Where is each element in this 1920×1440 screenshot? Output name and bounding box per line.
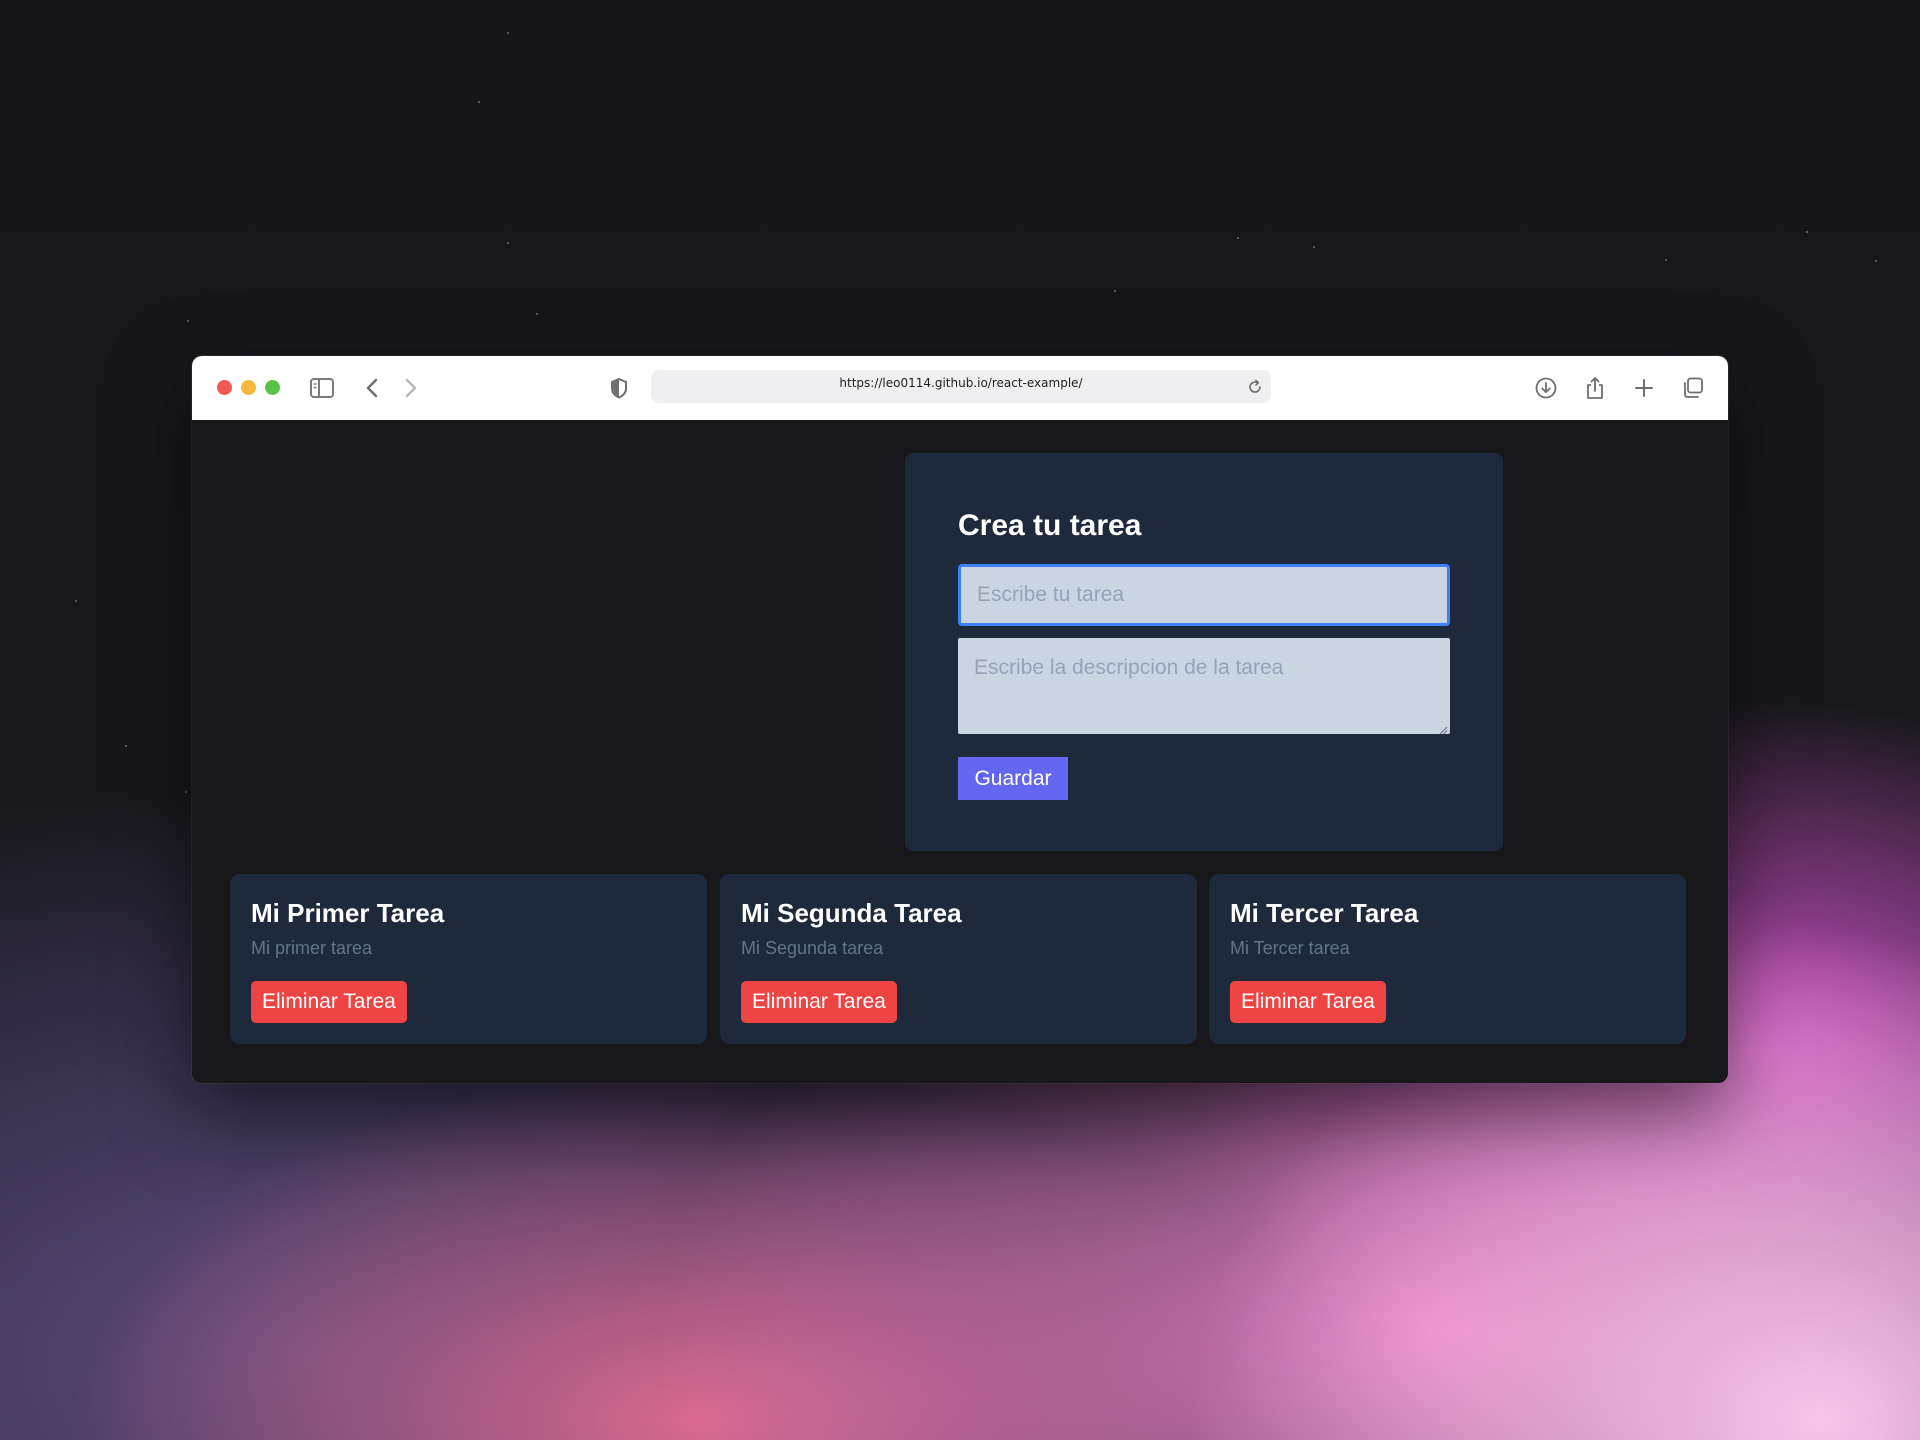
task-card: Mi Segunda Tarea Mi Segunda tarea Elimin… (720, 874, 1197, 1044)
task-form-card: Crea tu tarea Guardar (905, 453, 1503, 851)
textarea-resize-handle[interactable] (1438, 722, 1448, 735)
sidebar-icon[interactable] (306, 372, 338, 404)
task-card: Mi Tercer Tarea Mi Tercer tarea Eliminar… (1209, 874, 1686, 1044)
address-bar[interactable]: https://leo0114.github.io/react-example/ (651, 370, 1271, 403)
task-description: Mi Tercer tarea (1230, 938, 1350, 958)
task-description: Mi Segunda tarea (741, 938, 884, 958)
minimize-icon[interactable] (241, 380, 256, 395)
page-content: Crea tu tarea Guardar Mi Primer Tarea Mi… (192, 420, 1728, 1083)
download-icon[interactable] (1530, 372, 1562, 404)
task-title: Mi Segunda Tarea (741, 898, 962, 928)
shield-icon[interactable] (603, 372, 635, 404)
close-icon[interactable] (217, 380, 232, 395)
browser-window: https://leo0114.github.io/react-example/… (192, 356, 1728, 1083)
browser-toolbar: https://leo0114.github.io/react-example/ (192, 356, 1728, 421)
tabs-overview-icon[interactable] (1677, 372, 1709, 404)
delete-task-button[interactable]: Eliminar Tarea (741, 981, 897, 1023)
plus-icon[interactable] (1628, 372, 1660, 404)
reload-icon[interactable] (1245, 377, 1265, 397)
task-description-input[interactable] (958, 638, 1450, 734)
form-title: Crea tu tarea (958, 509, 1142, 542)
task-title: Mi Primer Tarea (251, 898, 445, 928)
address-url[interactable]: https://leo0114.github.io/react-example/ (651, 376, 1271, 390)
task-card: Mi Primer Tarea Mi primer tarea Eliminar… (230, 874, 707, 1044)
save-button[interactable]: Guardar (958, 757, 1068, 800)
delete-task-button[interactable]: Eliminar Tarea (251, 981, 407, 1023)
zoom-icon[interactable] (265, 380, 280, 395)
chevron-left-icon[interactable] (356, 372, 388, 404)
task-title-input[interactable] (958, 564, 1450, 626)
delete-task-button[interactable]: Eliminar Tarea (1230, 981, 1386, 1023)
share-icon[interactable] (1579, 372, 1611, 404)
task-description: Mi primer tarea (251, 938, 373, 958)
chevron-right-icon[interactable] (395, 372, 427, 404)
task-title: Mi Tercer Tarea (1230, 898, 1419, 928)
